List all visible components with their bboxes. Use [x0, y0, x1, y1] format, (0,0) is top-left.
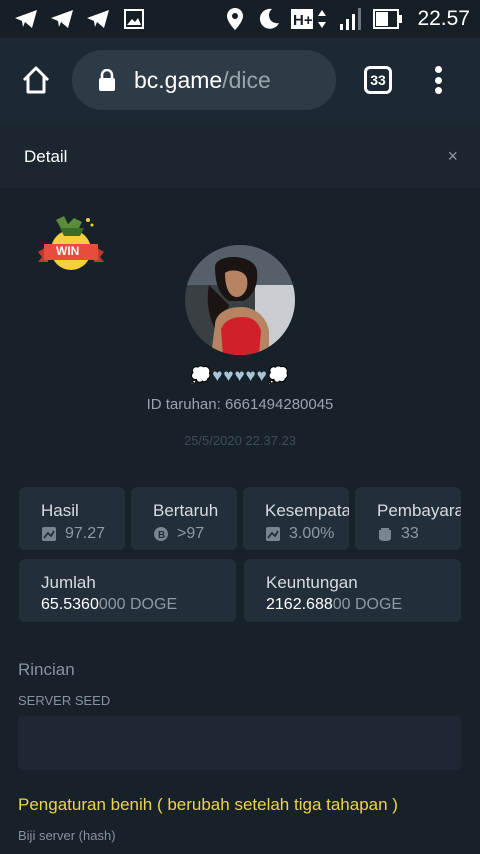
clock: 22.57	[417, 7, 470, 30]
more-icon	[434, 66, 442, 73]
status-bar: H+ 22.57	[0, 0, 480, 38]
stat-card-payout: Pembayaran 33	[355, 487, 461, 550]
bet-id: ID taruhan: 6661494280045	[146, 396, 334, 413]
close-button[interactable]: ×	[447, 146, 458, 167]
url-host: bc.game	[134, 66, 223, 93]
stat-card-result: Hasil 97.27	[19, 487, 125, 550]
lock-icon	[99, 69, 115, 91]
image-icon	[122, 8, 146, 30]
chart-icon	[266, 527, 280, 541]
detail-header: Detail ×	[0, 122, 480, 188]
amount-value: 65.5360000 DOGE	[41, 596, 178, 613]
moon-icon	[257, 8, 281, 30]
battery-icon	[373, 8, 403, 30]
stat-value: >97	[177, 525, 205, 542]
signal-icon	[339, 8, 363, 30]
address-bar[interactable]: bc.game/dice	[72, 50, 336, 110]
win-badge: WIN	[34, 214, 108, 274]
telegram-icon	[50, 8, 74, 30]
stat-value: 33	[401, 525, 419, 542]
svg-text:H+: H+	[293, 12, 313, 29]
telegram-icon	[86, 8, 110, 30]
server-seed-field[interactable]	[18, 716, 461, 770]
telegram-icon	[14, 8, 38, 30]
stat-value: 97.27	[65, 525, 106, 542]
stat-card-bet: Bertaruh B >97	[131, 487, 237, 550]
svg-text:B: B	[158, 530, 165, 541]
tab-switcher-button[interactable]: 33	[364, 66, 392, 94]
home-icon	[22, 66, 50, 94]
profit-label: Keuntungan	[266, 573, 358, 592]
browser-toolbar: bc.game/dice 33	[0, 38, 480, 122]
amount-label: Jumlah	[41, 573, 96, 592]
username: 💭♥♥♥♥♥💭	[190, 366, 290, 385]
win-label: WIN	[56, 244, 80, 258]
amount-card: Jumlah 65.5360000 DOGE	[19, 559, 236, 622]
stat-label: Pembayaran	[377, 501, 461, 520]
stat-card-chance: Kesempatan 3.00%	[243, 487, 349, 550]
stat-label: Hasil	[41, 501, 79, 520]
server-seed-hash-label: Biji server (hash)	[18, 828, 116, 843]
seed-settings-link[interactable]: Pengaturan benih ( berubah setelah tiga …	[18, 795, 398, 815]
server-seed-label: SERVER SEED	[18, 693, 111, 708]
chart-icon	[42, 527, 56, 541]
bet-timestamp: 25/5/2020 22.37.23	[183, 433, 297, 448]
coin-icon: B	[154, 527, 168, 541]
location-icon	[223, 8, 247, 30]
payout-icon	[379, 528, 391, 541]
home-button[interactable]	[20, 64, 52, 96]
profit-card: Keuntungan 2162.68800 DOGE	[244, 559, 461, 622]
network-icon: H+	[291, 8, 329, 30]
profit-value: 2162.68800 DOGE	[266, 596, 403, 613]
stat-label: Kesempatan	[265, 501, 349, 520]
stat-label: Bertaruh	[153, 501, 219, 520]
avatar	[185, 245, 295, 355]
overflow-menu-button[interactable]	[430, 64, 446, 96]
details-heading: Rincian	[18, 660, 75, 679]
stat-value: 3.00%	[289, 525, 335, 542]
dialog-title: Detail	[24, 147, 68, 166]
url-path: /dice	[222, 66, 271, 93]
